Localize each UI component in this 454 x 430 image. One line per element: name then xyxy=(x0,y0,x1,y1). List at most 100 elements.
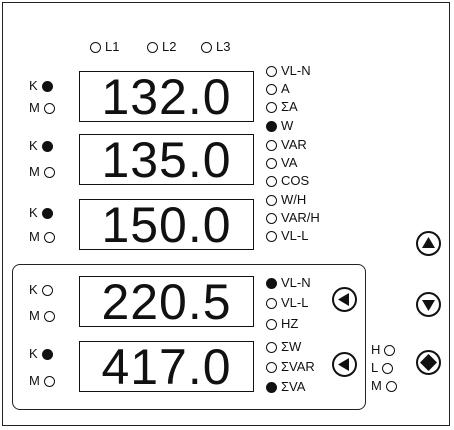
indicator-vll: VL-L xyxy=(266,229,308,243)
phase-l3-led xyxy=(201,41,212,53)
display-5: 417.0 xyxy=(79,341,254,393)
indicator-label: ΣVAR xyxy=(281,359,315,374)
indicator-m: M xyxy=(371,379,397,393)
up-button[interactable] xyxy=(416,231,441,256)
indicator-w: W xyxy=(266,119,293,133)
k-led xyxy=(41,348,53,360)
indicator-lower-vll: VL-L xyxy=(266,296,308,310)
display5-k-indicator: K xyxy=(29,347,53,361)
k-label: K xyxy=(29,78,38,93)
phase-l1-led xyxy=(90,41,101,53)
indicator-lower-sum-va: ΣVA xyxy=(266,380,305,394)
display1-k-indicator: K xyxy=(29,79,53,93)
display4-m-indicator: M xyxy=(29,309,55,323)
display2-m-indicator: M xyxy=(29,165,55,179)
indicator-label: ΣW xyxy=(281,339,302,354)
m-label: M xyxy=(29,164,40,179)
indicator-cos: COS xyxy=(266,174,309,188)
m-label: M xyxy=(371,378,382,393)
indicator-wh: W/H xyxy=(266,193,306,207)
m-led xyxy=(43,375,55,387)
display-4: 220.5 xyxy=(79,276,254,328)
display-1: 132.0 xyxy=(79,71,254,123)
k-led xyxy=(41,284,53,296)
indicator-led xyxy=(266,297,277,309)
diamond-icon xyxy=(420,354,437,371)
indicator-var: VAR xyxy=(266,138,307,152)
indicator-label: VAR/H xyxy=(281,210,320,225)
down-triangle-icon xyxy=(422,300,435,311)
m-led xyxy=(43,231,55,243)
display2-k-indicator: K xyxy=(29,139,53,153)
indicator-led xyxy=(266,120,277,132)
indicator-label: ΣA xyxy=(281,99,298,114)
indicator-led xyxy=(266,361,277,373)
up-triangle-icon xyxy=(422,237,435,248)
indicator-led xyxy=(266,175,277,187)
indicator-led xyxy=(266,212,277,224)
h-label: H xyxy=(371,342,381,357)
m-label: M xyxy=(29,100,40,115)
display3-k-indicator: K xyxy=(29,206,53,220)
phase-l2-led xyxy=(147,41,158,53)
indicator-h: H xyxy=(371,342,396,357)
indicator-label: VL-N xyxy=(281,63,311,78)
left-triangle-icon xyxy=(338,358,349,371)
enter-button[interactable] xyxy=(416,350,441,375)
indicator-va: VA xyxy=(266,156,297,170)
indicator-vln: VL-N xyxy=(266,64,311,78)
m-label: M xyxy=(29,373,40,388)
m-led xyxy=(43,166,55,178)
display3-m-indicator: M xyxy=(29,230,55,244)
m-label: M xyxy=(29,229,40,244)
k-led xyxy=(41,80,53,92)
indicator-led xyxy=(266,139,277,151)
left-button-lower[interactable] xyxy=(332,352,357,377)
indicator-led xyxy=(266,83,277,95)
indicator-label: ΣVA xyxy=(281,379,306,394)
indicator-led xyxy=(266,101,277,113)
display5-m-indicator: M xyxy=(29,374,55,388)
phase-l1-label: L1 xyxy=(105,39,120,54)
indicator-sum-a: ΣA xyxy=(266,100,298,114)
m-led xyxy=(43,102,55,114)
indicator-led xyxy=(266,194,277,206)
m-led xyxy=(43,310,55,322)
indicator-lower-hz: HZ xyxy=(266,317,298,331)
indicator-l: L xyxy=(371,360,394,375)
l-label: L xyxy=(371,360,379,375)
k-led xyxy=(41,207,53,219)
indicator-label: VAR xyxy=(281,137,307,152)
indicator-a: A xyxy=(266,82,290,96)
left-triangle-icon xyxy=(338,293,349,306)
k-label: K xyxy=(29,205,38,220)
k-led xyxy=(41,140,53,152)
phase-l2-indicator: L2 xyxy=(147,40,176,54)
m-led xyxy=(385,380,397,392)
phase-l3-indicator: L3 xyxy=(201,40,230,54)
indicator-label: VL-L xyxy=(281,228,309,243)
m-label: M xyxy=(29,308,40,323)
indicator-label: VL-L xyxy=(281,295,309,310)
display-2: 135.0 xyxy=(79,134,254,186)
indicator-led xyxy=(266,230,277,242)
indicator-led xyxy=(266,341,277,353)
k-label: K xyxy=(29,346,38,361)
indicator-label: COS xyxy=(281,173,310,188)
indicator-led xyxy=(266,277,277,289)
phase-l3-label: L3 xyxy=(216,39,231,54)
down-button[interactable] xyxy=(416,292,441,317)
phase-l1-indicator: L1 xyxy=(90,40,119,54)
indicator-led xyxy=(266,157,277,169)
indicator-label: A xyxy=(281,81,290,96)
indicator-led xyxy=(266,381,277,393)
h-led xyxy=(384,344,396,356)
left-button-upper[interactable] xyxy=(332,287,357,312)
indicator-varh: VAR/H xyxy=(266,211,320,225)
indicator-lower-vln: VL-N xyxy=(266,276,311,290)
l-led xyxy=(382,362,394,374)
display4-k-indicator: K xyxy=(29,283,53,297)
indicator-lower-sum-var: ΣVAR xyxy=(266,360,315,374)
k-label: K xyxy=(29,138,38,153)
indicator-label: W xyxy=(281,118,294,133)
